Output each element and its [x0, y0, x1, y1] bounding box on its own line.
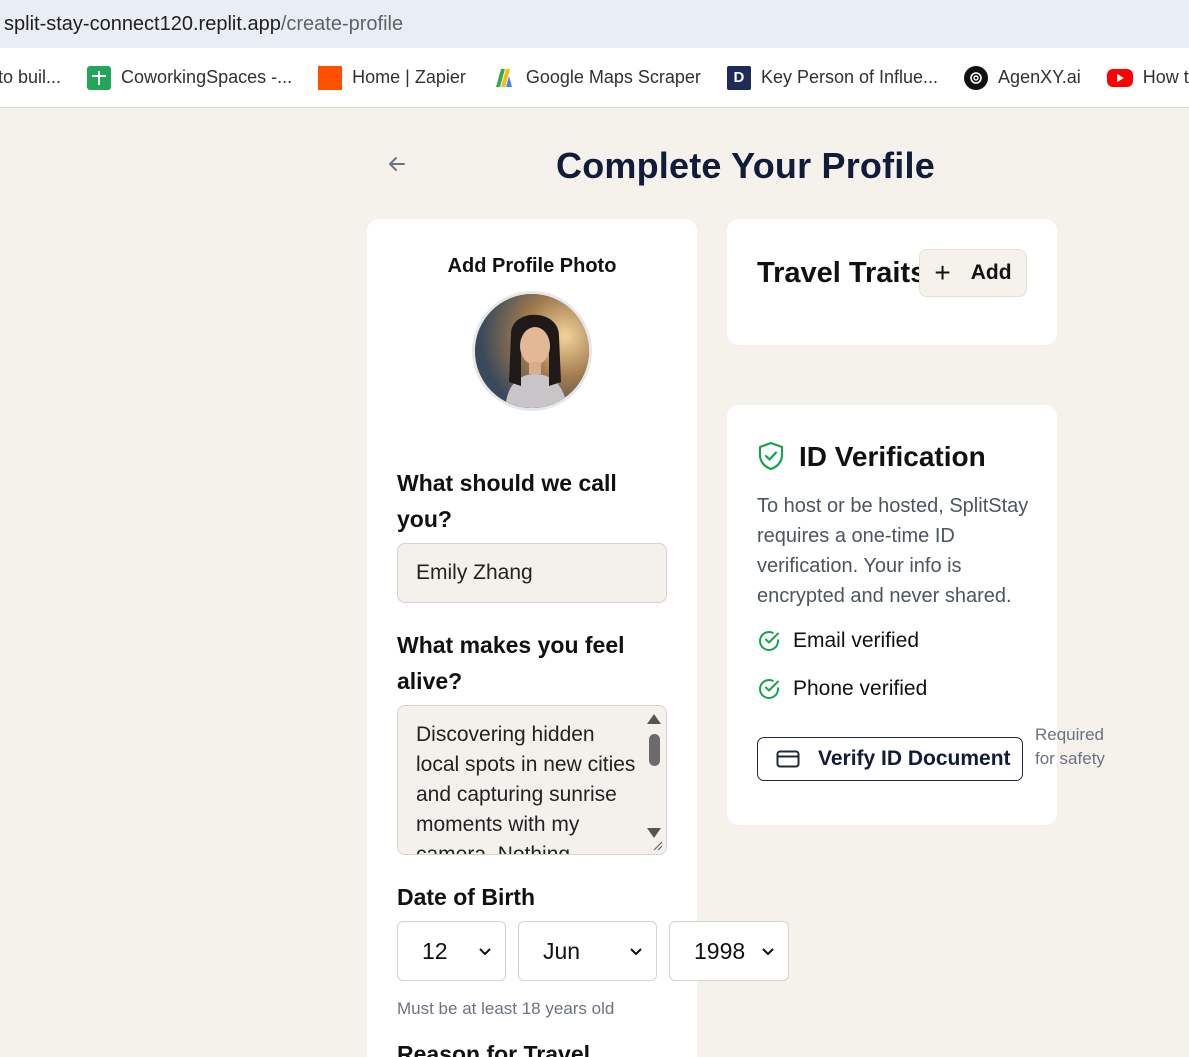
plus-icon: +: [934, 257, 951, 288]
textarea-scrollbar[interactable]: [644, 708, 664, 840]
google-maps-icon: [492, 66, 516, 90]
add-label: Add: [970, 261, 1012, 284]
shield-check-icon: [758, 441, 784, 471]
bookmark-label: to buil...: [0, 67, 62, 87]
chevron-down-icon: [762, 948, 774, 956]
scroll-down-icon[interactable]: [647, 828, 661, 838]
alive-value: Discovering hidden local spots in new ci…: [416, 723, 636, 855]
bookmark-label: CoworkingSpaces -...: [121, 67, 293, 87]
dob-day-value: 12: [422, 937, 448, 964]
google-sheets-icon: [87, 65, 112, 90]
page-title: Complete Your Profile: [556, 145, 935, 186]
zapier-icon: [318, 65, 343, 90]
alive-label: What makes you feel alive?: [397, 632, 625, 694]
phone-status: Phone verified: [793, 677, 928, 700]
phone-verified-row: Phone verified: [757, 677, 927, 701]
url-host: split-stay-connect120.replit.app: [4, 12, 281, 35]
verify-id-button[interactable]: Verify ID Document: [757, 737, 1023, 781]
credit-card-icon: [776, 750, 800, 768]
name-field[interactable]: Emily Zhang: [397, 543, 667, 603]
scroll-up-icon[interactable]: [647, 714, 661, 724]
bookmark-item[interactable]: How to B: [1106, 67, 1189, 88]
dob-helper: Must be at least 18 years old: [397, 999, 615, 1018]
dob-year-value: 1998: [694, 937, 746, 964]
back-arrow-icon[interactable]: [384, 151, 410, 177]
bookmark-label: Google Maps Scraper: [525, 67, 701, 87]
dob-year-select[interactable]: 1998: [669, 921, 789, 981]
scroll-thumb[interactable]: [649, 734, 660, 766]
bookmark-item[interactable]: D Key Person of Influe...: [726, 65, 939, 90]
bookmark-item[interactable]: CoworkingSpaces -...: [87, 65, 293, 90]
name-value: Emily Zhang: [416, 561, 533, 584]
alive-textarea[interactable]: Discovering hidden local spots in new ci…: [397, 705, 667, 855]
chevron-down-icon: [479, 948, 491, 956]
email-verified-row: Email verified: [757, 629, 919, 653]
dob-day-select[interactable]: 12: [397, 921, 506, 981]
id-title: ID Verification: [799, 441, 986, 472]
bookmark-label: Home | Zapier: [352, 67, 466, 87]
avatar[interactable]: [472, 291, 592, 411]
travel-traits-card: Travel Traits + Add: [727, 219, 1057, 345]
reason-label: Reason for Travel: [397, 1041, 591, 1057]
profile-card: Add Profile Photo What should we call yo…: [367, 219, 789, 1057]
dob-month-value: Jun: [543, 937, 581, 964]
id-description: To host or be hosted, SplitStay requires…: [757, 495, 1029, 607]
url-path: /create-profile: [280, 12, 404, 35]
check-circle-icon: [759, 631, 779, 651]
bookmark-item[interactable]: Google Maps Scraper: [492, 66, 701, 90]
d-logo-icon: D: [726, 65, 751, 90]
required-note: Required for safety: [1035, 725, 1105, 768]
openai-icon: [964, 65, 989, 90]
page: Complete Your Profile Add Profile Photo …: [0, 109, 1189, 1057]
traits-title: Travel Traits: [757, 257, 927, 289]
resize-handle-icon[interactable]: [651, 839, 663, 851]
bookmark-label: How to B: [1142, 67, 1189, 87]
bookmark-label: Key Person of Influe...: [760, 67, 939, 87]
youtube-icon: [1106, 68, 1133, 87]
address-bar[interactable]: split-stay-connect120.replit.app/create-…: [0, 0, 1189, 48]
photo-title: Add Profile Photo: [447, 255, 617, 277]
email-status: Email verified: [793, 629, 920, 652]
bookmark-item[interactable]: to buil...: [0, 67, 61, 88]
add-trait-button[interactable]: + Add: [919, 249, 1027, 297]
check-circle-icon: [759, 679, 779, 699]
bookmark-item[interactable]: Home | Zapier: [318, 65, 466, 90]
bookmark-item[interactable]: AgenXY.ai: [964, 65, 1081, 90]
dob-month-select[interactable]: Jun: [518, 921, 657, 981]
bookmarks-bar: to buil... CoworkingSpaces -... Home | Z…: [0, 48, 1189, 108]
bookmark-label: AgenXY.ai: [998, 67, 1081, 87]
id-verification-card: ID Verification To host or be hosted, Sp…: [727, 405, 1057, 825]
name-label: What should we call you?: [397, 470, 617, 532]
verify-label: Verify ID Document: [818, 747, 1011, 770]
dob-label: Date of Birth: [397, 884, 535, 910]
chevron-down-icon: [630, 948, 642, 956]
